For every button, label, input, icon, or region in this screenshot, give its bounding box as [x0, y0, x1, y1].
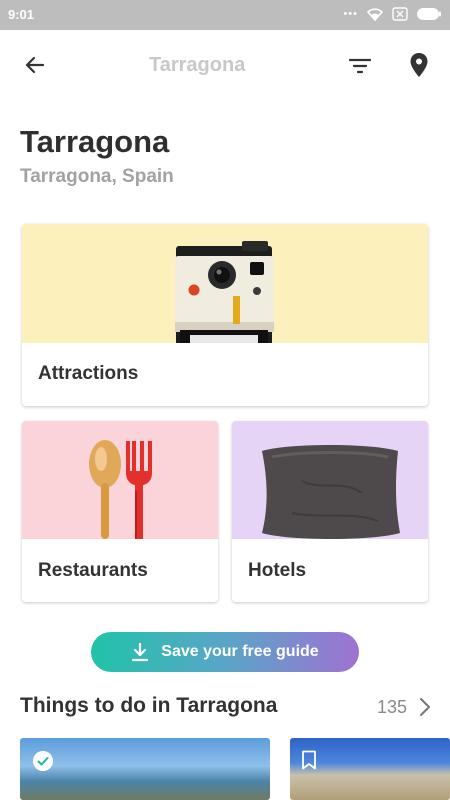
sim-disabled-icon	[392, 7, 408, 21]
hotels-image	[232, 421, 428, 539]
status-bar: 9:01 •••	[0, 0, 450, 30]
instant-camera-icon	[175, 241, 274, 348]
filter-icon[interactable]	[347, 54, 373, 78]
section-title: Things to do in Tarragona	[20, 694, 278, 717]
more-notifications-icon: •••	[343, 8, 358, 20]
attractions-image	[22, 224, 428, 348]
download-icon	[132, 642, 149, 662]
save-guide-button[interactable]: Save your free guide	[91, 632, 359, 672]
spoon-and-fork-icon	[89, 440, 152, 539]
category-card-restaurants[interactable]: Restaurants	[22, 421, 218, 602]
app-bar: Tarragona	[0, 30, 450, 100]
app-bar-title: Tarragona	[149, 54, 246, 76]
page-subtitle: Tarragona, Spain	[20, 166, 174, 187]
place-card-1[interactable]	[20, 738, 270, 800]
chevron-right-icon[interactable]	[418, 697, 432, 717]
status-icons: •••	[343, 6, 442, 22]
battery-icon	[417, 8, 441, 20]
pillow-icon	[262, 445, 400, 539]
map-pin-icon[interactable]	[408, 52, 430, 78]
restaurants-image	[22, 421, 218, 539]
check-icon	[33, 751, 53, 771]
category-label-attractions: Attractions	[38, 363, 139, 384]
wifi-icon	[366, 8, 384, 21]
save-guide-label: Save your free guide	[161, 643, 319, 660]
section-count[interactable]: 135	[377, 697, 407, 718]
arrow-left-icon[interactable]	[22, 52, 48, 78]
status-time: 9:01	[8, 7, 35, 22]
page-title: Tarragona	[20, 124, 170, 159]
bookmark-icon[interactable]	[301, 750, 317, 770]
category-card-hotels[interactable]: Hotels	[232, 421, 428, 602]
place-card-2[interactable]	[290, 738, 450, 800]
category-card-attractions[interactable]: Attractions	[22, 224, 428, 406]
category-label-hotels: Hotels	[248, 560, 307, 581]
category-label-restaurants: Restaurants	[38, 560, 148, 581]
